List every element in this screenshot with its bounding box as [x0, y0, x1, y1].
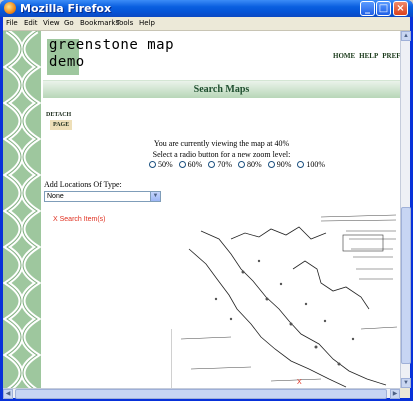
close-button[interactable]: × — [393, 1, 408, 16]
firefox-icon — [4, 2, 16, 14]
zoom-info: You are currently viewing the map at 40%… — [43, 138, 400, 160]
vertical-scrollbar[interactable]: ▲ ▼ — [400, 31, 411, 388]
title-bar: Mozilla Firefox _ □ × — [0, 0, 413, 17]
zoom-radio-90[interactable]: 90% — [267, 160, 292, 169]
menu-file[interactable]: File — [6, 19, 18, 27]
map-marker-x[interactable]: X — [297, 379, 302, 386]
logo-line-2: demo — [49, 54, 85, 70]
nav-preferences-link[interactable]: PREFERENCES — [382, 52, 400, 60]
browser-window: Mozilla Firefox _ □ × File Edit View Go … — [0, 0, 413, 401]
radio-label: 60% — [187, 160, 203, 169]
zoom-status-text: You are currently viewing the map at 40% — [153, 139, 290, 148]
minimize-button[interactable]: _ — [360, 1, 375, 16]
chevron-down-icon[interactable]: ▼ — [150, 192, 160, 201]
detach-page-button[interactable]: DETACH PAGE — [46, 110, 73, 130]
menu-edit[interactable]: Edit — [24, 19, 38, 27]
radio-circle-icon — [297, 161, 305, 168]
radio-label: 80% — [247, 160, 262, 169]
menu-tools[interactable]: Tools — [116, 19, 133, 27]
radio-circle-icon — [267, 161, 275, 168]
zoom-radio-70[interactable]: 70% — [208, 160, 232, 169]
title-band: Search Maps — [43, 80, 400, 98]
logo-line-1: greenstone map — [49, 37, 175, 53]
scroll-down-icon[interactable]: ▼ — [401, 378, 411, 388]
zoom-radio-80[interactable]: 80% — [238, 160, 262, 169]
menu-go[interactable]: Go — [64, 19, 74, 27]
scroll-left-icon[interactable]: ◀ — [3, 389, 13, 399]
radio-label: 70% — [217, 160, 233, 169]
menu-bar: File Edit View Go Bookmarks Tools Help — [3, 17, 410, 31]
window-title: Mozilla Firefox — [20, 2, 112, 15]
radio-label: 50% — [158, 160, 173, 169]
braid-border-decoration — [3, 31, 41, 388]
vertical-scroll-thumb[interactable] — [401, 207, 411, 364]
select-value: None — [47, 193, 64, 200]
zoom-instructions: Select a radio button for a new zoom lev… — [152, 150, 291, 159]
historical-map-image[interactable] — [171, 209, 400, 388]
zoom-radio-100[interactable]: 100% — [297, 160, 325, 169]
radio-circle-icon — [149, 161, 156, 168]
radio-circle-icon — [238, 161, 246, 168]
radio-label: 100% — [306, 160, 326, 169]
detach-label: DETACH — [46, 112, 72, 118]
maximize-button[interactable]: □ — [376, 1, 391, 16]
site-logo[interactable]: greenstone map demo — [49, 37, 174, 71]
zoom-radio-group: 50% 60% 70% 80% 90% 100% — [149, 160, 329, 170]
nav-home-link[interactable]: HOME — [333, 52, 355, 60]
add-locations-label: Add Locations Of Type: — [44, 180, 122, 189]
radio-circle-icon — [178, 161, 186, 168]
menu-view[interactable]: View — [43, 19, 60, 27]
page-viewport: greenstone map demo HOMEHELPPREFERENCES … — [3, 31, 400, 388]
search-items-link[interactable]: X Search Item(s) — [53, 216, 106, 223]
menu-help[interactable]: Help — [139, 19, 155, 27]
horizontal-scroll-thumb[interactable] — [15, 389, 387, 399]
location-type-select[interactable]: None ▼ — [44, 191, 161, 202]
radio-label: 90% — [276, 160, 292, 169]
scroll-corner — [400, 388, 410, 398]
scroll-up-icon[interactable]: ▲ — [401, 31, 411, 41]
scroll-right-icon[interactable]: ▶ — [390, 389, 400, 399]
page-label: PAGE — [50, 120, 73, 130]
top-nav: HOME HELP PREFERENCES — [333, 52, 400, 60]
zoom-radio-50[interactable]: 50% — [149, 160, 173, 169]
radio-circle-icon — [208, 161, 216, 168]
menu-bookmarks[interactable]: Bookmarks — [80, 19, 119, 27]
nav-help-link[interactable]: HELP — [359, 52, 378, 60]
zoom-radio-60[interactable]: 60% — [178, 160, 203, 169]
horizontal-scrollbar[interactable]: ◀ ▶ — [3, 388, 400, 399]
page-title: Search Maps — [193, 84, 250, 95]
